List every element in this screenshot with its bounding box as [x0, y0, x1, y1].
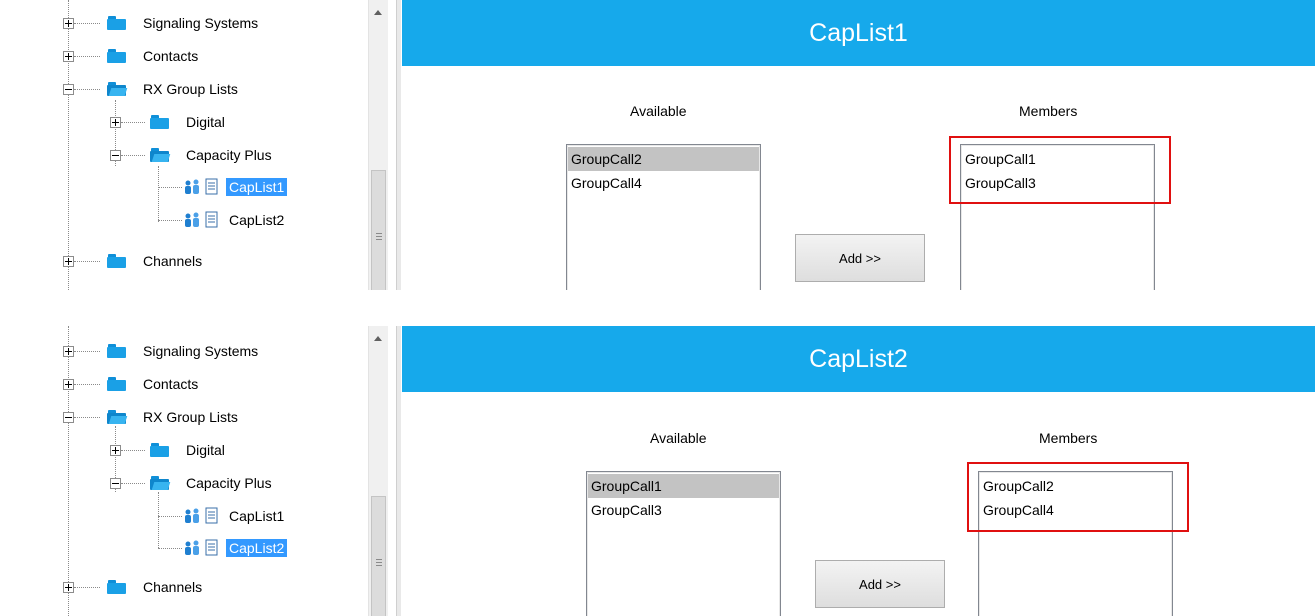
scroll-up-arrow-icon[interactable]: [374, 10, 382, 15]
tree-item-label: CapList2: [229, 212, 285, 228]
available-list[interactable]: GroupCall1 GroupCall3: [586, 471, 781, 616]
tree-item-label: RX Group Lists: [143, 81, 238, 97]
tree-item-label: RX Group Lists: [143, 409, 238, 425]
folder-icon: [107, 254, 126, 268]
project-tree: Signaling Systems Contacts RX Group List…: [0, 0, 368, 290]
scrollbar-thumb[interactable]: [371, 496, 386, 616]
folder-open-icon: [107, 410, 128, 424]
list-item[interactable]: GroupCall2: [567, 147, 760, 171]
expand-icon[interactable]: [63, 256, 74, 267]
add-button[interactable]: Add >>: [815, 560, 945, 608]
collapse-icon[interactable]: [110, 478, 121, 489]
available-label: Available: [650, 430, 707, 446]
tree-item-label: Channels: [143, 253, 203, 269]
tree-item-caplist2[interactable]: CapList2: [0, 538, 360, 562]
expand-icon[interactable]: [110, 445, 121, 456]
group-list-editor: CapList2 Available Members GroupCall1 Gr…: [402, 326, 1315, 616]
group-list-editor: CapList1 Available Members GroupCall2 Gr…: [402, 0, 1315, 290]
group-list-icon: [185, 178, 218, 195]
add-button[interactable]: Add >>: [795, 234, 925, 282]
splitter[interactable]: [396, 326, 401, 616]
group-list-icon: [185, 539, 218, 556]
tree-item-rx-group-lists[interactable]: RX Group Lists: [0, 79, 360, 103]
members-label: Members: [1039, 430, 1098, 446]
page-title: CapList1: [402, 0, 1315, 66]
project-tree: Signaling Systems Contacts RX Group List…: [0, 326, 368, 616]
folder-icon: [107, 49, 126, 63]
expand-icon[interactable]: [63, 582, 74, 593]
tree-item-channels[interactable]: Channels: [0, 577, 360, 601]
scrollbar-thumb[interactable]: [371, 170, 386, 290]
members-label: Members: [1019, 103, 1078, 119]
splitter[interactable]: [396, 0, 401, 290]
list-item[interactable]: GroupCall1: [587, 474, 780, 498]
tree-item-label: Contacts: [143, 376, 199, 392]
tree-item-rx-group-lists[interactable]: RX Group Lists: [0, 407, 360, 431]
available-label: Available: [630, 103, 687, 119]
folder-open-icon: [107, 82, 128, 96]
folder-icon: [150, 443, 169, 457]
expand-icon[interactable]: [63, 346, 74, 357]
caplist2-screenshot-panel: Signaling Systems Contacts RX Group List…: [0, 326, 1315, 616]
tree-item-label: Contacts: [143, 48, 199, 64]
tree-item-label: CapList1: [226, 178, 288, 196]
tree-item-digital[interactable]: Digital: [0, 440, 360, 464]
tree-item-caplist2[interactable]: CapList2: [0, 210, 360, 234]
group-list-icon: [185, 507, 218, 524]
folder-icon: [107, 377, 126, 391]
tree-item-label: Digital: [186, 114, 225, 130]
tree-item-caplist1[interactable]: CapList1: [0, 177, 360, 201]
tree-item-capacity-plus[interactable]: Capacity Plus: [0, 473, 360, 497]
folder-icon: [107, 580, 126, 594]
tree-scrollbar[interactable]: [368, 0, 388, 290]
folder-icon: [107, 16, 126, 30]
list-item[interactable]: GroupCall4: [567, 171, 760, 195]
collapse-icon[interactable]: [63, 412, 74, 423]
tree-item-contacts[interactable]: Contacts: [0, 374, 360, 398]
tree-item-label: Channels: [143, 579, 203, 595]
page-title: CapList2: [402, 326, 1315, 392]
tree-item-label: Capacity Plus: [186, 147, 272, 163]
folder-icon: [150, 115, 169, 129]
tree-item-label: CapList1: [229, 508, 285, 524]
caplist1-screenshot-panel: Signaling Systems Contacts RX Group List…: [0, 0, 1315, 290]
scroll-up-arrow-icon[interactable]: [374, 336, 382, 341]
tree-item-channels[interactable]: Channels: [0, 251, 360, 275]
available-list[interactable]: GroupCall2 GroupCall4: [566, 144, 761, 290]
tree-item-label: Digital: [186, 442, 225, 458]
tree-item-label: CapList2: [226, 539, 288, 557]
expand-icon[interactable]: [63, 379, 74, 390]
tree-item-label: Capacity Plus: [186, 475, 272, 491]
folder-open-icon: [150, 148, 171, 162]
expand-icon[interactable]: [110, 117, 121, 128]
tree-item-caplist1[interactable]: CapList1: [0, 506, 360, 530]
highlight-box: [949, 136, 1171, 204]
tree-item-label: Signaling Systems: [143, 15, 259, 31]
highlight-box: [967, 462, 1189, 532]
tree-scrollbar[interactable]: [368, 326, 388, 616]
tree-item-capacity-plus[interactable]: Capacity Plus: [0, 145, 360, 169]
tree-item-label: Signaling Systems: [143, 343, 259, 359]
collapse-icon[interactable]: [63, 84, 74, 95]
tree-item-signaling-systems[interactable]: Signaling Systems: [0, 13, 360, 37]
tree-item-signaling-systems[interactable]: Signaling Systems: [0, 341, 360, 365]
folder-open-icon: [150, 476, 171, 490]
tree-item-digital[interactable]: Digital: [0, 112, 360, 136]
expand-icon[interactable]: [63, 51, 74, 62]
tree-item-contacts[interactable]: Contacts: [0, 46, 360, 70]
folder-icon: [107, 344, 126, 358]
expand-icon[interactable]: [63, 18, 74, 29]
list-item[interactable]: GroupCall3: [587, 498, 780, 522]
collapse-icon[interactable]: [110, 150, 121, 161]
group-list-icon: [185, 211, 218, 228]
